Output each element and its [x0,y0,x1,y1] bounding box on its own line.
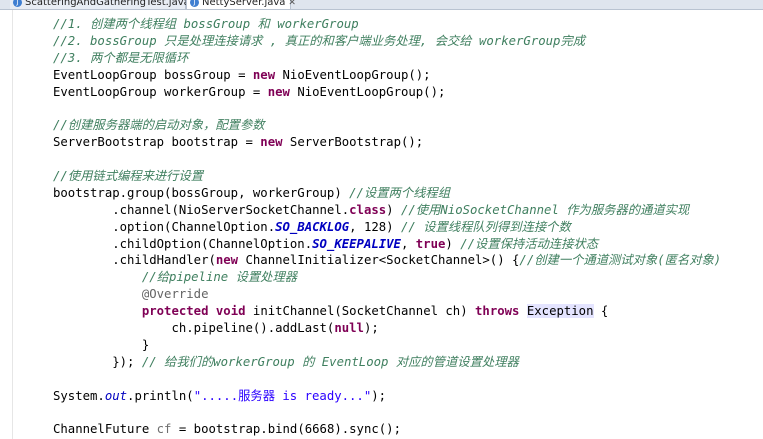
code-token: Exception [526,304,594,319]
code-token: new [267,84,290,99]
code-token: //3. 两个都是无限循环 [53,50,189,65]
code-token: ChannelInitializer<SocketChannel>() { [238,253,520,268]
code-editor[interactable]: //1. 创建两个线程组 bossGroup 和 workerGroup //2.… [0,10,763,439]
tab-scattering-and-gathering-test[interactable]: J ScatteringAndGatheringTest.java [10,0,190,9]
code-line[interactable]: //1. 创建两个线程组 bossGroup 和 workerGroup [53,16,721,33]
code-token: initChannel(SocketChannel ch) [245,304,476,319]
code-token: .childOption(ChannelOption. [53,236,313,251]
code-token: throws [475,304,520,319]
code-token: ServerBootstrap(); [282,135,424,150]
code-token: //使用链式编程来进行设置 [53,169,204,184]
code-line[interactable]: //2. bossGroup 只是处理连接请求 , 真正的和客户端业务处理, 会… [53,33,721,50]
code-token: ch.pipeline().addLast( [53,321,335,336]
code-token: , 128) [349,219,401,234]
code-token: ); [363,321,379,336]
code-token: = bootstrap.bind(6668).sync(); [171,422,401,437]
code-token: EventLoopGroup bossGroup = [53,67,253,82]
code-token: NioEventLoopGroup(); [289,84,446,99]
code-line[interactable] [53,100,721,117]
code-line[interactable] [53,151,721,168]
code-token: cf [156,422,172,437]
code-token: bootstrap.group(bossGroup, workerGroup) [53,185,350,200]
code-token: @Override [141,287,209,302]
code-token: SO_KEEPALIVE [312,236,401,251]
code-token: }); [53,354,142,369]
code-token: { [593,304,609,319]
java-file-icon: J [190,0,199,7]
code-token: //1. 创建两个线程组 bossGroup 和 workerGroup [53,17,359,31]
code-token: class [349,202,387,217]
code-token: //使用NioSocketChannel 作为服务器的通道实现 [400,202,690,217]
code-line[interactable]: EventLoopGroup bossGroup = new NioEventL… [53,67,721,84]
editor-gutter [0,10,13,439]
code-token: // 给我们的workerGroup 的 EventLoop 对应的管道设置处理… [141,354,519,369]
code-token: new [215,253,239,268]
code-line[interactable]: .childHandler(new ChannelInitializer<Soc… [53,252,721,269]
tab-label: NettyServer.java [202,0,286,8]
code-line[interactable]: EventLoopGroup workerGroup = new NioEven… [53,84,721,101]
code-line[interactable]: ch.pipeline().addLast(null); [53,320,721,337]
code-area[interactable]: //1. 创建两个线程组 bossGroup 和 workerGroup //2.… [53,16,721,438]
tab-label: ScatteringAndGatheringTest.java [25,0,190,8]
editor-tab-bar: J ScatteringAndGatheringTest.java J NettyS… [0,0,763,10]
code-token: .childHandler( [53,253,216,268]
code-token: new [252,67,276,82]
code-token: out [104,388,128,403]
code-line[interactable] [53,404,721,421]
code-line[interactable]: protected void initChannel(SocketChannel… [53,303,721,320]
code-token: ) [386,202,401,217]
code-token: ".....服务器 is ready..." [193,388,372,403]
code-line[interactable]: bootstrap.group(bossGroup, workerGroup) … [53,185,721,202]
code-token: } [53,337,150,352]
code-token: NioEventLoopGroup(); [275,67,431,82]
code-token: SO_BACKLOG [275,219,350,234]
code-token: ServerBootstrap bootstrap = [53,135,261,150]
close-icon[interactable]: ✕ [288,0,296,8]
code-line[interactable]: .childOption(ChannelOption.SO_KEEPALIVE,… [53,236,721,253]
java-file-icon: J [13,0,22,7]
code-line[interactable]: @Override [53,286,721,303]
code-line[interactable]: ChannelFuture cf = bootstrap.bind(6668).… [53,421,721,438]
code-line[interactable]: //使用链式编程来进行设置 [53,168,721,185]
code-token: //创建一个通道测试对象(匿名对象) [519,253,722,268]
code-token: //创建服务器端的启动对象，配置参数 [53,118,265,133]
code-token: .channel(NioServerSocketChannel. [53,202,350,217]
code-token: protected [141,304,209,319]
code-token: ) [445,236,461,251]
code-line[interactable]: System.out.println(".....服务器 is ready...… [53,388,721,405]
code-line[interactable]: ServerBootstrap bootstrap = new ServerBo… [53,134,721,151]
tab-netty-server[interactable]: J NettyServer.java ✕ [186,0,296,9]
code-line[interactable]: .option(ChannelOption.SO_BACKLOG, 128) /… [53,219,721,236]
code-token: //设置保持活动连接状态 [460,236,598,251]
code-token: .println( [127,388,194,403]
code-line[interactable]: //给pipeline 设置处理器 [53,269,721,286]
code-line[interactable]: //创建服务器端的启动对象，配置参数 [53,117,721,134]
code-token: null [334,321,364,336]
code-token: EventLoopGroup workerGroup = [53,84,268,99]
code-token: //2. bossGroup 只是处理连接请求 , 真正的和客户端业务处理, 会… [53,33,586,48]
code-token: //设置两个线程组 [349,185,451,200]
code-line[interactable]: } [53,337,721,354]
code-token: // 设置线程队列得到连接个数 [400,219,571,234]
code-line[interactable] [53,371,721,388]
code-token: ChannelFuture [53,422,157,437]
code-token: true [415,236,446,251]
code-token: void [215,304,246,319]
code-token: , [400,236,416,251]
code-token: .option(ChannelOption. [53,219,276,234]
code-token: ); [371,388,387,403]
code-line[interactable]: //3. 两个都是无限循环 [53,50,721,67]
code-token: //给pipeline 设置处理器 [141,270,298,285]
code-token: new [260,135,283,150]
code-line[interactable]: .channel(NioServerSocketChannel.class) /… [53,202,721,219]
code-line[interactable]: }); // 给我们的workerGroup 的 EventLoop 对应的管道… [53,354,721,371]
code-token: System. [53,388,105,403]
